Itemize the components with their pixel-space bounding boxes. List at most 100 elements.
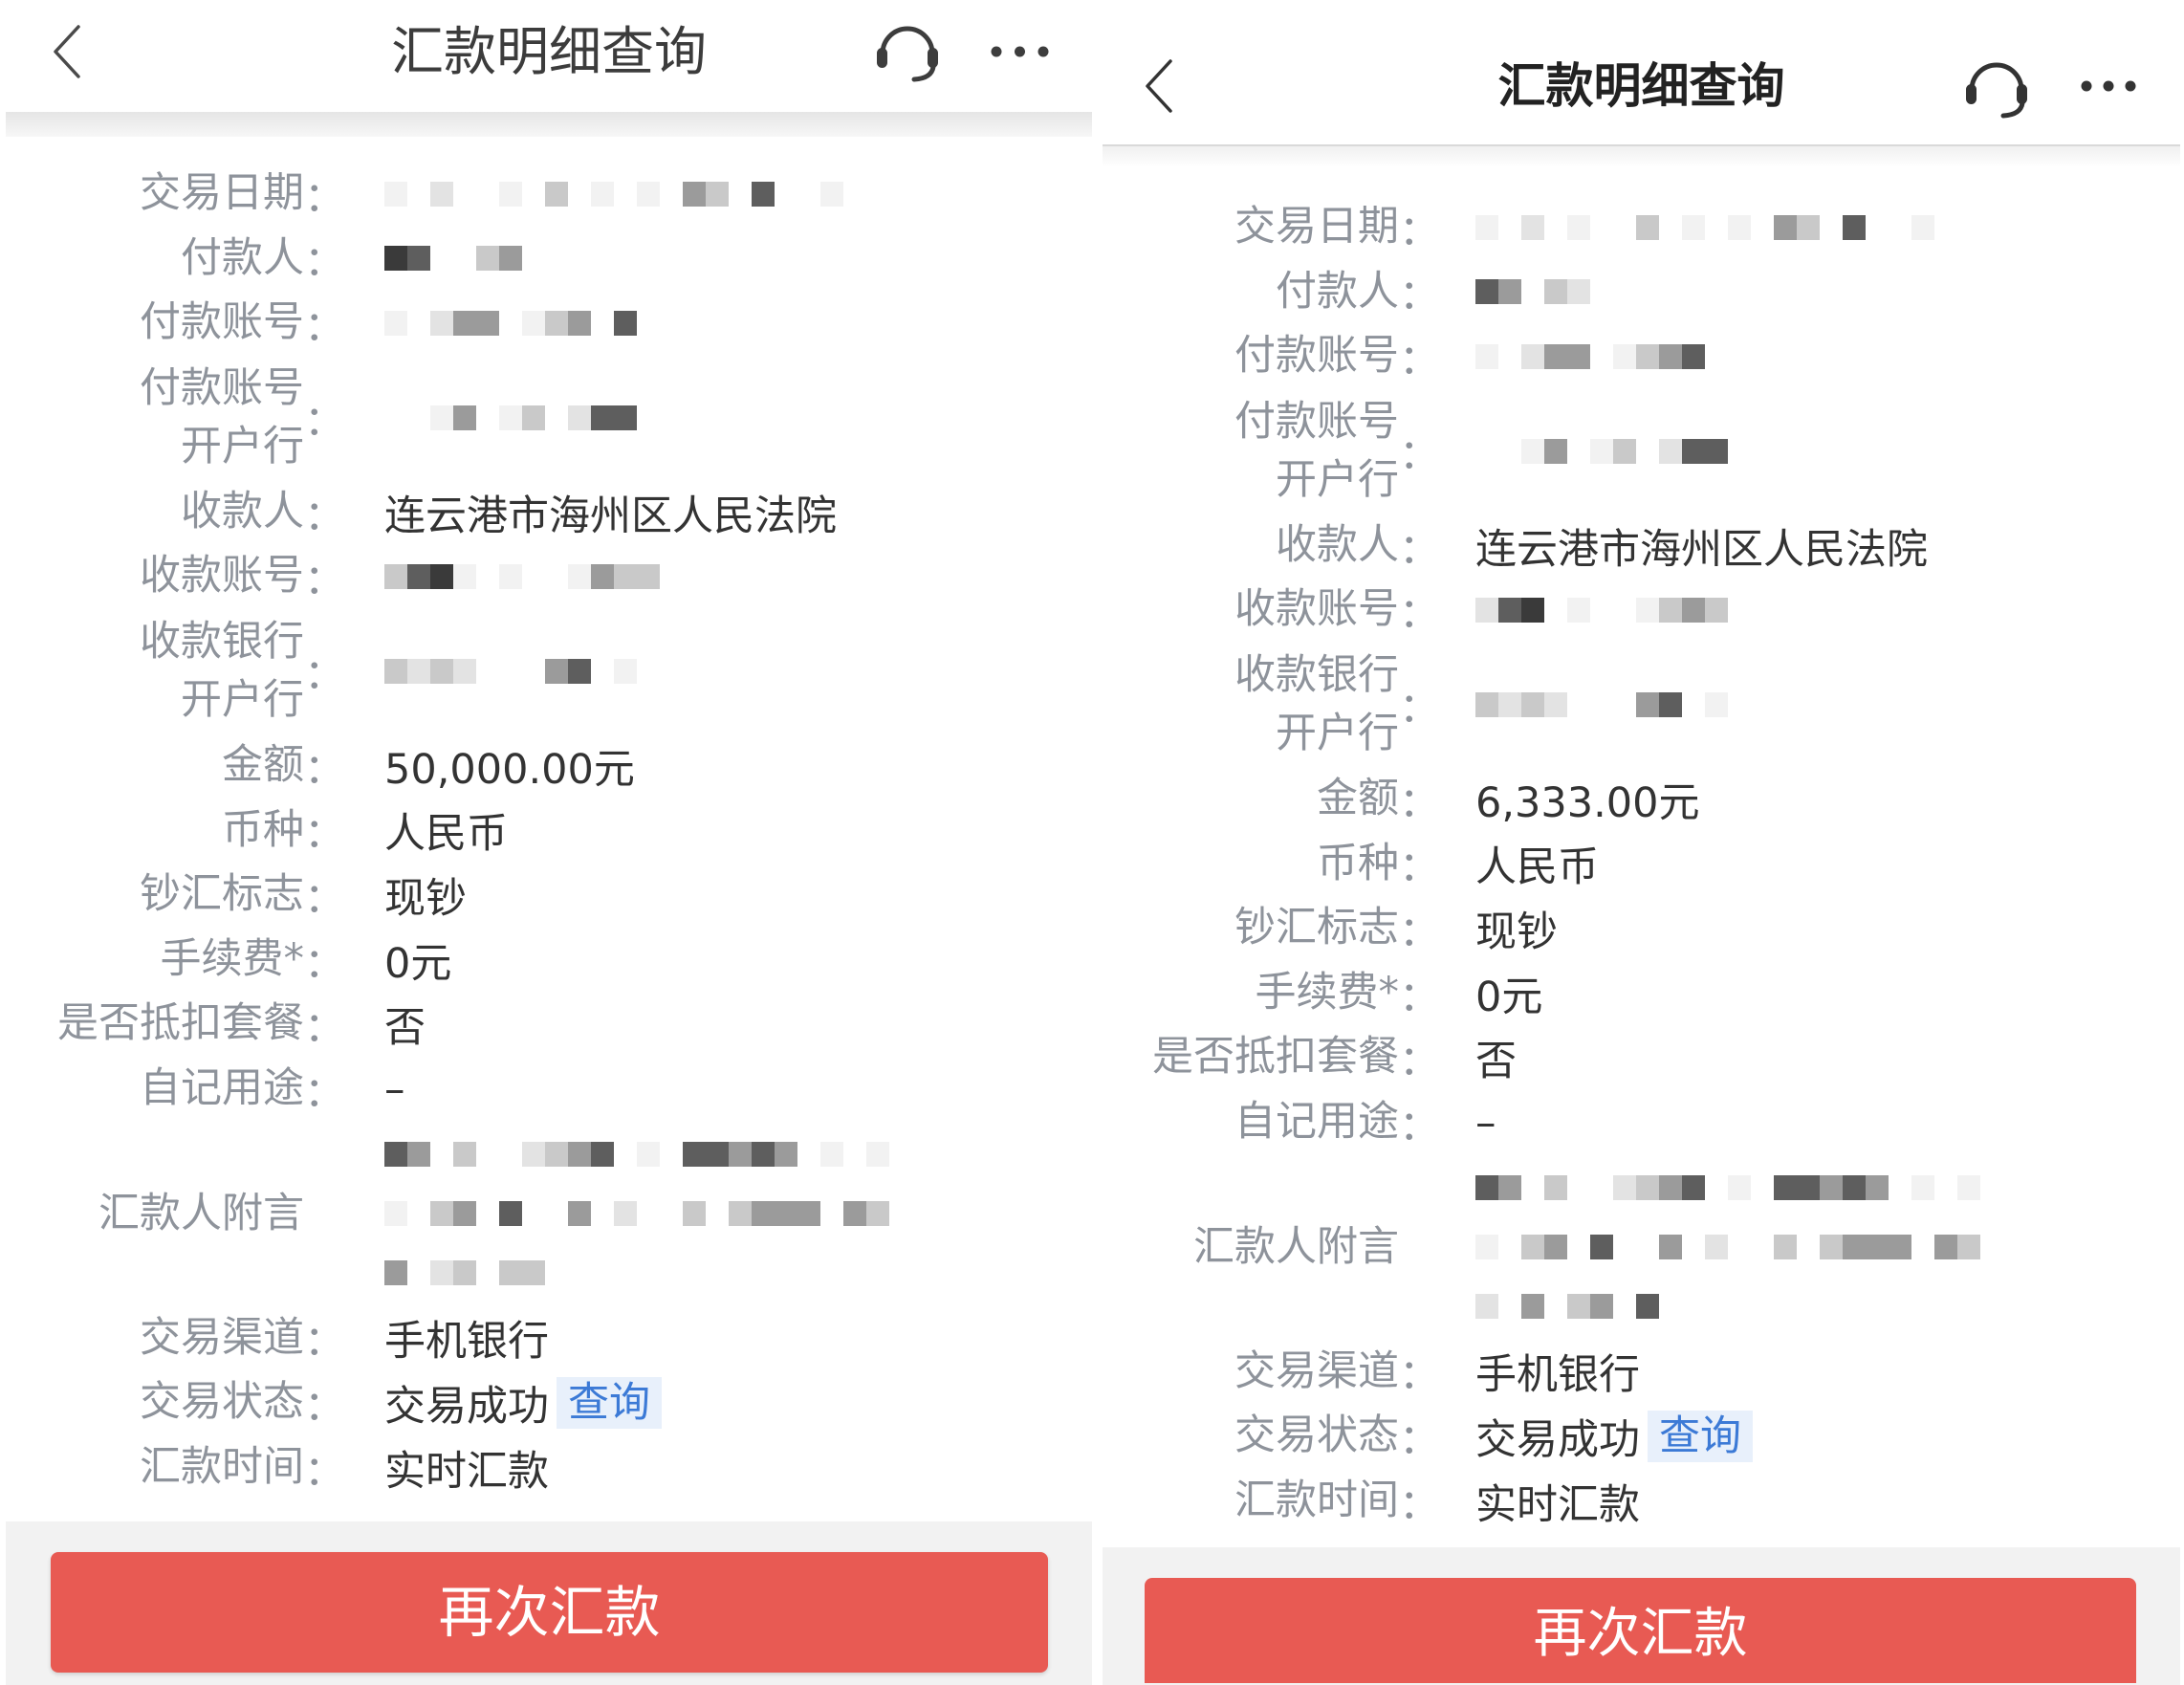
row-label-text: 手续费*: [1255, 968, 1400, 1017]
mosaic-tile: [1567, 692, 1590, 717]
status-query-link[interactable]: 查询: [557, 1376, 662, 1429]
label-colon: ：: [1399, 336, 1440, 384]
mosaic-tile: [1498, 279, 1521, 305]
row-label-text: 手续费*: [160, 934, 305, 983]
row-label-lines: 收款账号: [1234, 578, 1399, 643]
row-value: [1475, 1155, 1980, 1340]
row-label: 交易状态：: [140, 1370, 346, 1435]
more-dots-icon[interactable]: [991, 46, 1049, 57]
row-label-lines: 自记用途: [1234, 1090, 1399, 1155]
label-colon: ：: [1399, 590, 1440, 639]
row-value: 手机银行: [1475, 1340, 1640, 1405]
screenshot-panel-left: 汇款明细查询 交易日期：付款人：付款账号：付款账号 开户行：收款人：连云港市海州区…: [6, 0, 1092, 1685]
detail-row-payee-bank: 收款银行 开户行：: [1103, 643, 2180, 767]
nav-bar: 汇款明细查询: [1103, 0, 2180, 146]
mosaic-tile: [1728, 1175, 1751, 1201]
mosaic-tile: [1498, 439, 1521, 464]
mosaic-tile: [1590, 598, 1613, 623]
mosaic-tile: [1705, 438, 1728, 464]
row-label-lines: 金额: [1317, 767, 1399, 832]
row-label-lines: 交易日期: [1234, 195, 1399, 260]
mosaic-tile: [1889, 215, 1911, 240]
mosaic-tile: [1498, 344, 1521, 369]
label-colon: ：: [1399, 1415, 1440, 1464]
mosaic-tile: [384, 246, 407, 272]
mosaic-tile: [407, 658, 430, 684]
row-label-lines: 是否抵扣套餐: [1152, 1025, 1399, 1090]
row-label: 收款人：: [1276, 514, 1441, 579]
mosaic-tile: [706, 181, 729, 207]
row-label: 付款账号：: [1234, 324, 1441, 389]
label-colon: ：: [304, 397, 345, 446]
redacted-mosaic-line: [1475, 1158, 1980, 1217]
headset-icon[interactable]: [874, 19, 941, 83]
row-label: 汇款人附言: [98, 1122, 346, 1306]
row-label-lines: 交易日期: [140, 162, 304, 227]
mosaic-tile: [1659, 1175, 1682, 1201]
row-label-lines: 付款账号: [140, 291, 304, 356]
row-label-lines: 收款银行 开户行: [140, 613, 304, 730]
row-value: [1475, 578, 1728, 643]
mosaic-tile: [637, 1201, 660, 1226]
label-colon: ：: [1399, 272, 1440, 320]
detail-row-payer-account: 付款账号：: [6, 291, 1092, 356]
mosaic-tile: [797, 1142, 820, 1167]
remit-again-button[interactable]: 再次汇款: [1145, 1578, 2136, 1683]
mosaic-tile: [1613, 343, 1636, 369]
row-label: 汇款时间：: [140, 1435, 346, 1500]
mosaic-tile: [1498, 598, 1521, 624]
row-value-text: 否: [1475, 1038, 1517, 1086]
mosaic-tile: [1682, 1175, 1705, 1201]
mosaic-tile: [1544, 598, 1567, 623]
row-value-text: 现钞: [1475, 908, 1558, 956]
headset-icon[interactable]: [1963, 55, 2030, 120]
mosaic-tile: [499, 405, 522, 430]
redacted-mosaic-line: [1475, 342, 1728, 371]
redacted-mosaic: [1475, 596, 1728, 624]
row-label-text: 交易状态: [1234, 1411, 1399, 1460]
label-colon: ：: [1399, 684, 1440, 733]
mosaic-tile: [1866, 1235, 1889, 1260]
mosaic-tile: [407, 405, 430, 430]
mosaic-tile: [1636, 598, 1659, 624]
mosaic-tile: [1521, 438, 1544, 464]
row-value: 0元: [384, 928, 451, 993]
mosaic-tile: [591, 1142, 614, 1168]
row-label: 收款账号：: [140, 544, 346, 609]
mosaic-tile: [1820, 215, 1843, 240]
row-label-lines: 付款人: [181, 227, 304, 292]
detail-row-payee-account: 收款账号：: [6, 544, 1092, 609]
mosaic-tile: [407, 1201, 430, 1226]
row-label-lines: 币种: [1317, 832, 1399, 897]
mosaic-tile: [1636, 439, 1659, 464]
row-value: 否: [1475, 1025, 1517, 1090]
mosaic-tile: [522, 1260, 545, 1286]
mosaic-tile: [430, 246, 453, 271]
detail-row-payee: 收款人： 连云港市海州区人民法院: [6, 480, 1092, 545]
mosaic-tile: [453, 310, 476, 336]
row-label-lines: 汇款时间: [1234, 1469, 1399, 1534]
row-label: 手续费*：: [1256, 961, 1442, 1026]
detail-row-remark: 汇款人附言: [6, 1122, 1092, 1306]
redacted-mosaic-line: [384, 1184, 889, 1243]
row-value: [1475, 324, 1728, 389]
mosaic-tile: [843, 1201, 866, 1227]
redacted-mosaic-line: [1475, 437, 1728, 466]
mosaic-tile: [407, 564, 430, 590]
mosaic-tile: [1774, 1175, 1797, 1201]
row-value: –: [1475, 1090, 1496, 1155]
more-dots-icon[interactable]: [2081, 80, 2136, 92]
row-label-lines: 汇款时间: [140, 1435, 304, 1500]
mosaic-tile: [1843, 214, 1866, 240]
mosaic-tile: [1590, 1175, 1613, 1200]
row-label-text: 金额: [1317, 774, 1399, 822]
remit-again-button[interactable]: 再次汇款: [51, 1552, 1048, 1673]
mosaic-tile: [1751, 215, 1774, 240]
row-value: 现钞: [384, 863, 467, 928]
row-value: 实时汇款: [384, 1435, 549, 1500]
mosaic-tile: [384, 658, 407, 684]
row-value-text: 现钞: [384, 874, 467, 923]
row-value-text: –: [384, 1064, 405, 1113]
row-value: 连云港市海州区人民法院: [384, 480, 837, 545]
status-query-link[interactable]: 查询: [1648, 1410, 1753, 1462]
